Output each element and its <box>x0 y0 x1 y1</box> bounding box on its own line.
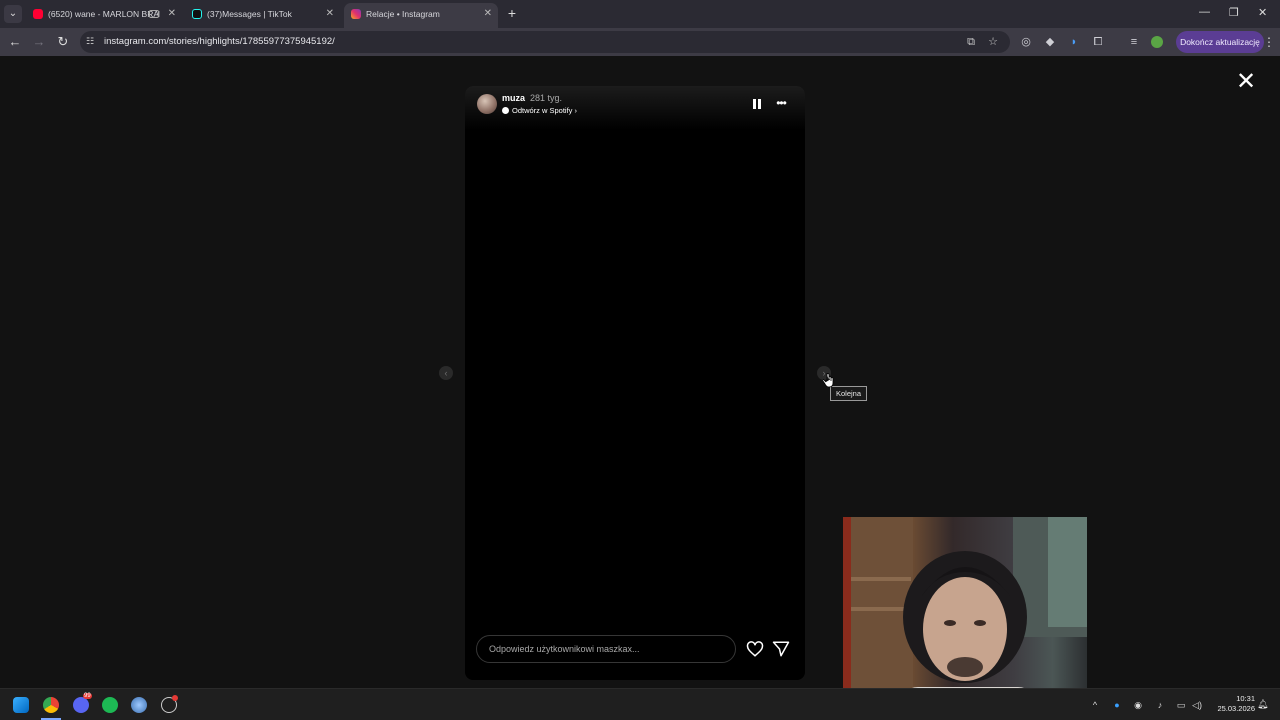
hand-cursor-icon <box>823 373 834 388</box>
spotify-icon <box>502 107 509 114</box>
chevron-right-icon: › <box>572 106 578 115</box>
close-tab-icon[interactable]: ✕ <box>484 3 492 25</box>
tiktok-icon <box>192 9 202 19</box>
pause-icon[interactable] <box>753 99 761 109</box>
install-app-icon[interactable]: ⧉ <box>964 35 978 49</box>
youtube-icon <box>33 9 43 19</box>
finish-update-button[interactable]: Dokończ aktualizację <box>1176 31 1264 53</box>
reply-input[interactable] <box>489 636 725 662</box>
avatar[interactable] <box>477 94 497 114</box>
close-tab-icon[interactable]: ✕ <box>168 3 176 25</box>
tab-youtube[interactable]: (6520) wane - MARLON BRANDO ✕ <box>26 3 182 28</box>
story-time: 281 tyg. <box>530 93 563 103</box>
new-tab-button[interactable]: + <box>505 5 519 21</box>
clock-time: 10:31 <box>1236 694 1255 703</box>
discord-badge: 99 <box>83 693 92 699</box>
close-tab-icon[interactable]: ✕ <box>326 3 334 25</box>
profile-avatar[interactable] <box>1151 36 1163 48</box>
extension-audio-icon[interactable]: ◗ <box>1067 35 1081 49</box>
tab-instagram[interactable]: Relacje • Instagram ✕ <box>344 3 498 28</box>
browser-menu-icon[interactable]: ⋮ <box>1263 35 1275 49</box>
next-tooltip: Kolejna <box>830 386 868 401</box>
tab-title: (6520) wane - MARLON BRANDO <box>48 9 160 19</box>
story-username[interactable]: muza <box>502 93 525 103</box>
chrome-icon[interactable] <box>43 697 59 713</box>
notification-bell-icon[interactable]: 🔔︎ <box>1257 699 1268 711</box>
network-app-icon[interactable]: ● <box>1111 699 1123 711</box>
story-card[interactable]: muza 281 tyg. Odtwórz w Spotify › ••• <box>465 86 805 680</box>
chevron-up-icon[interactable]: ^ <box>1089 699 1101 711</box>
clock[interactable]: 10:31 25.03.2026 <box>1205 694 1255 714</box>
clock-date: 25.03.2026 <box>1217 704 1255 713</box>
forward-icon[interactable]: → <box>31 34 47 50</box>
extension-diamond-icon[interactable]: ◆ <box>1043 35 1057 49</box>
back-icon[interactable]: ← <box>7 34 23 50</box>
close-window-icon[interactable]: ✕ <box>1258 6 1267 19</box>
previous-story-button[interactable]: ‹ <box>439 366 453 380</box>
extension-glasses-icon[interactable]: ◎ <box>1019 35 1033 49</box>
tab-title: (37)Messages | TikTok <box>207 9 292 19</box>
discord-tray-icon[interactable]: ◉ <box>1132 699 1144 711</box>
microphone-icon[interactable]: ♪ <box>1154 699 1166 711</box>
browser-toolbar: ← → ↻ ☷ instagram.com/stories/highlights… <box>0 28 1280 56</box>
tab-tiktok[interactable]: (37)Messages | TikTok ✕ <box>185 3 340 28</box>
network-icon[interactable]: ▭ <box>1175 699 1187 711</box>
spotify-icon[interactable] <box>102 697 118 713</box>
app-icon[interactable] <box>131 697 147 713</box>
address-bar[interactable]: ☷ instagram.com/stories/highlights/17855… <box>80 31 1010 53</box>
windows-taskbar: 99 ^ ● ◉ ♪ ▭ ◁) 10:31 25.03.2026 🔔︎ <box>0 688 1280 720</box>
volume-icon[interactable]: ◁) <box>1191 699 1203 711</box>
bookmark-star-icon[interactable]: ☆ <box>986 35 1000 49</box>
url-text[interactable]: instagram.com/stories/highlights/1785597… <box>104 31 335 53</box>
tab-search-button[interactable]: ⌄ <box>4 5 22 23</box>
close-story-icon[interactable]: ✕ <box>1234 70 1258 94</box>
heart-icon[interactable] <box>746 640 764 658</box>
notification-dot <box>172 695 178 701</box>
site-info-icon[interactable]: ☷ <box>86 36 98 48</box>
picture-in-picture-icon <box>149 10 159 18</box>
spotify-link-label: Odtwórz w Spotify <box>512 106 573 115</box>
more-options-icon[interactable]: ••• <box>774 97 788 111</box>
story-header: muza 281 tyg. Odtwórz w Spotify › ••• <box>465 86 805 130</box>
discord-icon[interactable]: 99 <box>73 693 92 713</box>
obs-icon[interactable] <box>161 695 178 713</box>
send-icon[interactable] <box>772 640 790 658</box>
tab-title: Relacje • Instagram <box>366 9 440 19</box>
open-in-spotify-link[interactable]: Odtwórz w Spotify › <box>502 106 577 115</box>
restore-icon[interactable]: ❐ <box>1229 6 1239 19</box>
media-controls-icon[interactable]: ≡ <box>1127 35 1141 49</box>
tab-bar: ⌄ (6520) wane - MARLON BRANDO ✕ (37)Mess… <box>0 0 1280 28</box>
instagram-icon <box>351 9 361 19</box>
minimize-icon[interactable]: — <box>1199 6 1210 18</box>
reload-icon[interactable]: ↻ <box>55 34 71 50</box>
reply-field[interactable] <box>476 635 736 663</box>
extensions-puzzle-icon[interactable]: ⧠ <box>1091 35 1105 49</box>
windows-start-icon[interactable] <box>13 697 29 713</box>
